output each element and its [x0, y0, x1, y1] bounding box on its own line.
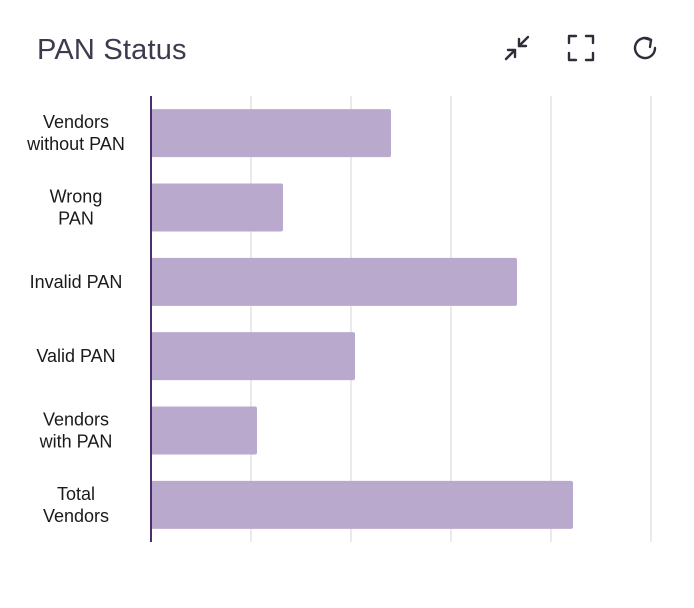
category-label-line: PAN: [58, 209, 94, 229]
category-label: Vendors with PAN: [39, 410, 113, 452]
category-label-line: Invalid PAN: [30, 272, 123, 292]
bar[interactable]: [151, 332, 355, 381]
category-label: Invalid PAN: [30, 272, 123, 292]
category-label: Wrong PAN: [50, 187, 103, 229]
category-label-line: Valid PAN: [36, 346, 115, 366]
category-labels: Vendors without PANWrong PANInvalid PANVal…: [26, 112, 125, 526]
bar[interactable]: [151, 257, 517, 306]
bars: [151, 109, 573, 529]
category-label-line: Vendors: [43, 410, 109, 430]
chart-card: PAN Status Vendors without PAN Wrong PAN…: [0, 0, 694, 608]
category-label-line: Vendors: [43, 506, 109, 526]
category-label-line: Total: [57, 484, 95, 504]
grid-lines: [250, 96, 652, 542]
category-label: Total Vendors: [43, 484, 109, 526]
bar[interactable]: [151, 109, 391, 158]
bar[interactable]: [151, 406, 257, 455]
bar-chart: Vendors without PANWrong PANInvalid PANVal…: [26, 96, 652, 542]
bar[interactable]: [151, 183, 283, 232]
category-label-line: Vendors: [43, 112, 109, 132]
bar[interactable]: [151, 480, 573, 529]
category-label: Valid PAN: [36, 346, 115, 366]
category-label-line: with PAN: [39, 432, 113, 452]
category-label-line: without PAN: [26, 134, 125, 154]
category-label-line: Wrong: [50, 187, 103, 207]
category-label: Vendors without PAN: [26, 112, 125, 154]
